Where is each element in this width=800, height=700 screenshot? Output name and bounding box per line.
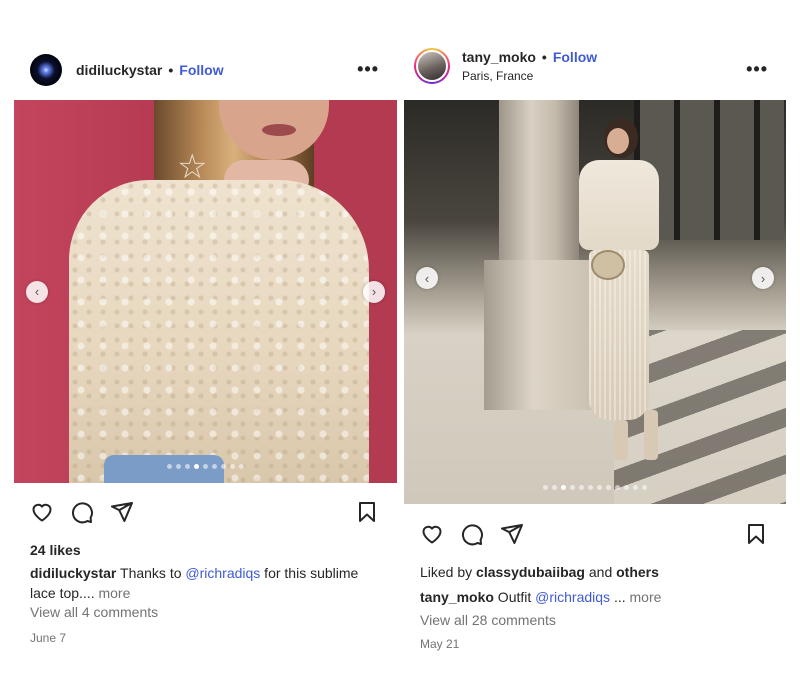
- post-card-tany-moko: tany_moko • Follow Paris, France ••• ‹ ›: [404, 40, 786, 660]
- post-actions: [404, 514, 786, 554]
- carousel-indicator: [14, 464, 397, 469]
- caption-text: Thanks to: [120, 565, 186, 581]
- username[interactable]: didiluckystar: [76, 62, 162, 78]
- separator-dot: •: [541, 49, 547, 65]
- caption-rest: ...: [610, 589, 626, 605]
- carousel-dot: [176, 464, 181, 469]
- separator-dot: •: [168, 62, 174, 78]
- location-label[interactable]: Paris, France: [462, 69, 597, 83]
- liked-by-user[interactable]: classydubaiibag: [476, 564, 585, 580]
- caption: didiluckystar Thanks to @richradiqs for …: [30, 563, 383, 603]
- carousel-dot: [570, 485, 575, 490]
- liked-by: Liked by classydubaiibag and others: [420, 562, 772, 582]
- follow-button[interactable]: Follow: [553, 49, 597, 65]
- chevron-right-icon[interactable]: ›: [363, 280, 385, 303]
- post-image[interactable]: ‹ ›: [404, 100, 786, 504]
- more-options-icon[interactable]: •••: [746, 60, 768, 78]
- avatar[interactable]: [414, 48, 450, 84]
- post-card-didiluckystar: didiluckystar • Follow ••• ☆ ‹ › 24 like…: [14, 40, 397, 660]
- share-icon[interactable]: [500, 522, 524, 546]
- user-info: tany_moko • Follow Paris, France: [462, 49, 597, 83]
- like-count[interactable]: 24 likes: [30, 540, 383, 560]
- chevron-right-icon[interactable]: ›: [752, 267, 774, 289]
- carousel-dot: [615, 485, 620, 490]
- carousel-dot: [624, 485, 629, 490]
- chevron-left-icon[interactable]: ‹: [26, 280, 48, 303]
- caption-mention[interactable]: @richradiqs: [185, 565, 260, 581]
- carousel-dot: [212, 464, 217, 469]
- carousel-dot: [552, 485, 557, 490]
- more-options-icon[interactable]: •••: [357, 60, 379, 78]
- carousel-dot: [588, 485, 593, 490]
- post-date: June 7: [30, 631, 67, 645]
- heart-icon[interactable]: [420, 522, 444, 546]
- carousel-dot: [167, 464, 172, 469]
- carousel-dot-active: [194, 464, 199, 469]
- carousel-dot: [642, 485, 647, 490]
- carousel-dot: [543, 485, 548, 490]
- carousel-dot: [633, 485, 638, 490]
- heart-icon[interactable]: [30, 500, 54, 524]
- liked-by-mid: and: [584, 564, 617, 580]
- caption-mention[interactable]: @richradiqs: [535, 589, 610, 605]
- post-header: tany_moko • Follow Paris, France •••: [404, 36, 786, 96]
- likes-label[interactable]: 24 likes: [30, 542, 81, 558]
- post-header: didiluckystar • Follow •••: [14, 40, 397, 100]
- carousel-dot: [579, 485, 584, 490]
- caption-text: Outfit: [493, 589, 536, 605]
- username[interactable]: tany_moko: [462, 49, 536, 65]
- carousel-dot: [203, 464, 208, 469]
- carousel-dot: [239, 464, 244, 469]
- caption-username[interactable]: tany_moko: [420, 589, 494, 605]
- user-info: didiluckystar • Follow: [76, 62, 224, 78]
- comment-icon[interactable]: [460, 522, 484, 546]
- bookmark-icon[interactable]: [355, 500, 379, 524]
- bookmark-icon[interactable]: [744, 522, 768, 546]
- avatar[interactable]: [30, 54, 62, 86]
- chevron-left-icon[interactable]: ‹: [416, 267, 438, 289]
- comment-icon[interactable]: [70, 500, 94, 524]
- caption-more-link[interactable]: more: [98, 585, 130, 601]
- follow-button[interactable]: Follow: [179, 62, 223, 78]
- post-date: May 21: [420, 637, 460, 651]
- carousel-dot: [597, 485, 602, 490]
- caption-username[interactable]: didiluckystar: [30, 565, 116, 581]
- carousel-dot: [606, 485, 611, 490]
- post-actions: [14, 492, 397, 532]
- carousel-dot: [185, 464, 190, 469]
- carousel-dot: [230, 464, 235, 469]
- share-icon[interactable]: [110, 500, 134, 524]
- carousel-dot-active: [561, 485, 566, 490]
- caption: tany_moko Outfit @richradiqs ... more: [420, 587, 772, 607]
- liked-by-prefix: Liked by: [420, 564, 477, 580]
- caption-more-link[interactable]: more: [630, 589, 662, 605]
- view-comments-link[interactable]: View all 28 comments: [420, 610, 772, 630]
- post-image[interactable]: ☆ ‹ ›: [14, 100, 397, 483]
- liked-by-others[interactable]: others: [616, 564, 659, 580]
- view-comments-link[interactable]: View all 4 comments: [30, 602, 383, 622]
- carousel-dot: [221, 464, 226, 469]
- carousel-indicator: [404, 485, 786, 490]
